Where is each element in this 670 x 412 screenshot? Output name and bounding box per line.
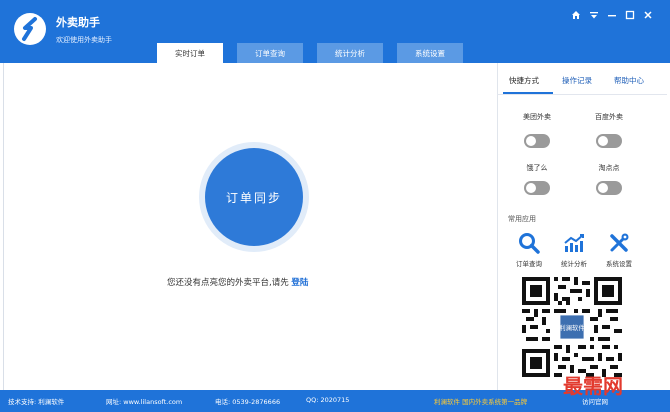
chart-icon: [564, 234, 584, 252]
notice-message: 您还没有点亮您的外卖平台,请先 登陆: [167, 276, 308, 288]
tab-shortcuts[interactable]: 快捷方式: [509, 75, 539, 86]
tab-help-center[interactable]: 帮助中心: [614, 75, 644, 86]
platform-label-taodiandian: 淘点点: [598, 164, 620, 172]
toggle-eleme[interactable]: [524, 181, 550, 195]
dropdown-icon[interactable]: [588, 9, 600, 21]
close-icon[interactable]: [642, 9, 654, 21]
tab-settings[interactable]: 系统设置: [397, 43, 463, 63]
toggle-baidu[interactable]: [596, 134, 622, 148]
footer-website: 网址: www.lilansoft.com: [106, 398, 183, 406]
notice-text: 您还没有点亮您的外卖平台,请先: [167, 278, 289, 288]
app-subtitle: 欢迎使用外卖助手: [56, 36, 112, 44]
qr-code: 利澜软件: [522, 277, 622, 377]
toggle-meituan[interactable]: [524, 134, 550, 148]
app-label-statistics: 统计分析: [561, 260, 587, 268]
maximize-icon[interactable]: [624, 9, 636, 21]
main-tabs: 实时订单 订单查询 统计分析 系统设置: [157, 43, 463, 63]
toggle-taodiandian[interactable]: [596, 181, 622, 195]
platform-label-baidu: 百度外卖: [595, 113, 623, 121]
watermark: 最需网: [563, 370, 623, 399]
qr-center-label: 利澜软件: [559, 323, 585, 332]
app-title: 外卖助手: [56, 16, 100, 29]
app-settings[interactable]: 系统设置: [595, 232, 643, 268]
active-tab-indicator: [503, 92, 553, 94]
order-sync-button[interactable]: 订单同步: [205, 148, 303, 246]
app-label-order-query: 订单查询: [516, 260, 542, 268]
minimize-icon[interactable]: [606, 9, 618, 21]
tools-icon: [610, 233, 629, 252]
watermark-part2: 需网: [583, 374, 623, 398]
app-order-query[interactable]: 订单查询: [505, 232, 553, 268]
app-label-settings: 系统设置: [606, 260, 632, 268]
tab-operation-log[interactable]: 操作记录: [562, 75, 592, 86]
platform-label-meituan: 美团外卖: [523, 113, 551, 121]
home-icon[interactable]: [570, 9, 582, 21]
tab-statistics[interactable]: 统计分析: [317, 43, 383, 63]
app-statistics[interactable]: 统计分析: [550, 232, 598, 268]
tab-order-query[interactable]: 订单查询: [237, 43, 303, 63]
login-link[interactable]: 登陆: [291, 278, 308, 288]
tab-realtime-orders[interactable]: 实时订单: [157, 43, 223, 63]
watermark-part1: 最: [563, 374, 583, 398]
search-icon: [519, 233, 540, 254]
footer-phone: 电话: 0539-2876666: [215, 398, 281, 406]
common-apps-title: 常用应用: [508, 215, 536, 223]
window-controls: [570, 8, 654, 22]
footer-support: 技术支持: 利澜软件: [8, 398, 65, 406]
footer-qq: QQ: 2020715: [306, 396, 350, 404]
footer-slogan: 利澜软件 国内外卖系统第一品牌: [434, 398, 528, 406]
platform-label-eleme: 饿了么: [526, 164, 548, 172]
app-logo-icon: [14, 13, 46, 45]
